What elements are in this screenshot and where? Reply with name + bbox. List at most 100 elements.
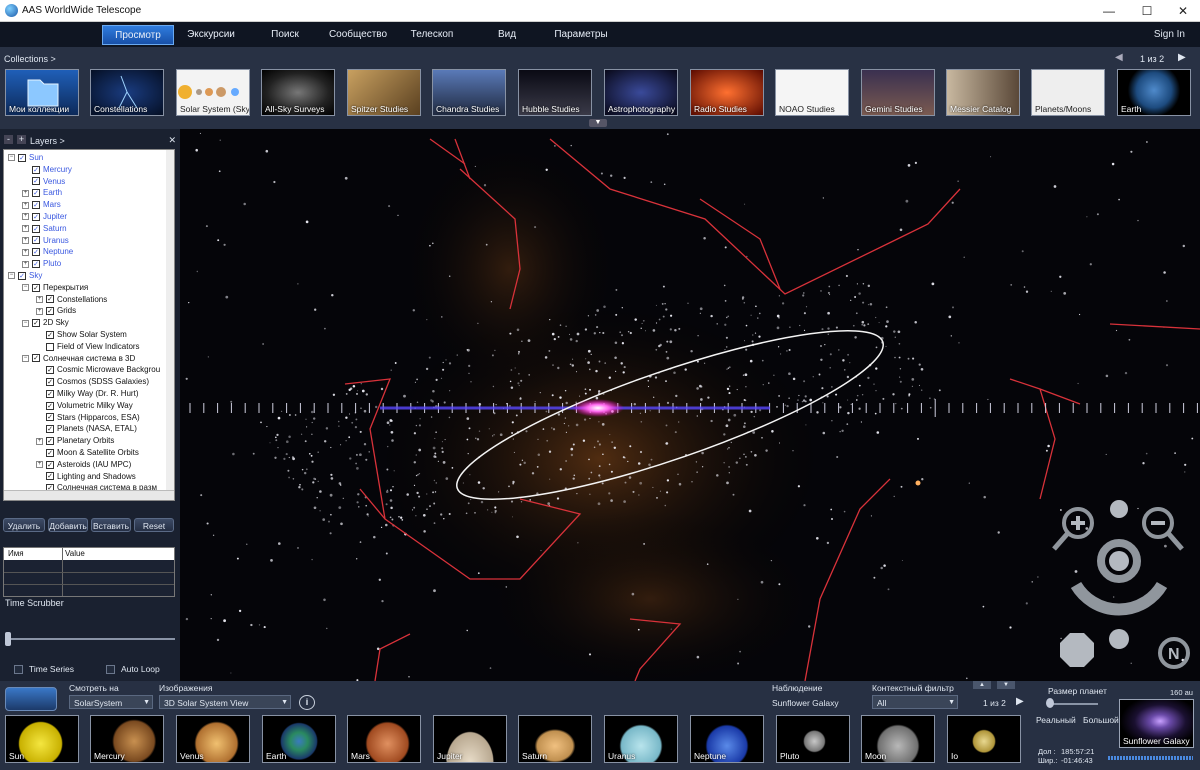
layer-checkbox[interactable] [46, 342, 54, 351]
planet-thumb-mercury[interactable]: Mercury [90, 715, 164, 763]
expand-icon[interactable]: + [36, 307, 43, 315]
expand-icon[interactable]: + [22, 189, 29, 197]
scroll-up-button[interactable]: ▲ [973, 681, 991, 689]
imagery-dropdown[interactable]: 3D Solar System View ▼ [159, 695, 291, 709]
menu-search[interactable]: Поиск [255, 25, 315, 45]
layer-checkbox[interactable]: ✓ [46, 448, 54, 457]
tree-vertical-scrollbar[interactable] [166, 150, 174, 490]
expand-icon[interactable]: + [22, 260, 29, 268]
auto-loop-checkbox[interactable]: Auto Loop [106, 664, 160, 675]
planet-thumb-saturn[interactable]: Saturn [518, 715, 592, 763]
layer-node[interactable]: + ✓ Asteroids (IAU MPC) [36, 459, 131, 470]
layer-checkbox[interactable]: ✓ [32, 165, 40, 174]
collapse-icon[interactable]: − [8, 272, 15, 280]
layer-node[interactable]: + ✓ Earth [22, 187, 62, 198]
collapse-icon[interactable]: − [22, 354, 29, 362]
layer-node[interactable]: + ✓ Grids [36, 305, 76, 316]
rotate-ring[interactable] [1070, 581, 1168, 616]
collection-hubble[interactable]: Hubble Studies [518, 69, 592, 116]
layers-title[interactable]: Layers > [30, 136, 65, 146]
layer-node[interactable]: ✓ Stars (Hipparcos, ESA) [36, 412, 140, 423]
layer-checkbox[interactable]: ✓ [32, 224, 40, 233]
layer-node[interactable]: ✓ Planets (NASA, ETAL) [36, 423, 137, 434]
collection-noao[interactable]: NOAO Studies [775, 69, 849, 116]
time-series-checkbox[interactable]: Time Series [14, 664, 74, 675]
layer-node[interactable]: ✓ Cosmos (SDSS Galaxies) [36, 376, 149, 387]
layer-checkbox[interactable]: ✓ [18, 153, 26, 162]
layer-checkbox[interactable]: ✓ [32, 283, 40, 292]
layer-checkbox[interactable]: ✓ [32, 236, 40, 245]
collapse-icon[interactable]: − [22, 319, 29, 327]
collections-label[interactable]: Collections > [4, 54, 56, 64]
menu-telescope[interactable]: Телескоп [401, 25, 463, 45]
layer-node[interactable]: + ✓ Neptune [22, 246, 73, 257]
expand-icon[interactable]: + [36, 437, 43, 445]
layer-checkbox[interactable]: ✓ [46, 389, 54, 398]
collection-earth[interactable]: Earth [1117, 69, 1191, 116]
expand-icon[interactable]: + [22, 236, 29, 244]
minimize-button[interactable]: — [1094, 3, 1124, 19]
paste-layer-button[interactable]: Вставить [91, 518, 131, 532]
layer-node[interactable]: − ✓ Sun [8, 152, 43, 163]
time-scrubber-track[interactable] [5, 638, 175, 640]
collection-solar-system[interactable]: Solar System (Sky) [176, 69, 250, 116]
sign-in-link[interactable]: Sign In [1154, 25, 1185, 45]
layer-checkbox[interactable]: ✓ [18, 271, 26, 280]
context-preview-thumbnail[interactable]: Sunflower Galaxy [1119, 699, 1194, 748]
expand-icon[interactable]: + [22, 225, 29, 233]
collapse-icon[interactable]: − [22, 284, 29, 292]
layer-checkbox[interactable]: ✓ [46, 413, 54, 422]
collection-chandra[interactable]: Chandra Studies [432, 69, 506, 116]
close-window-button[interactable]: ✕ [1168, 3, 1198, 19]
scroll-down-button[interactable]: ▼ [997, 681, 1015, 689]
layer-checkbox[interactable]: ✓ [46, 460, 54, 469]
layer-node[interactable]: ✓ Lighting and Shadows [36, 471, 136, 482]
planet-thumb-pluto[interactable]: Pluto [776, 715, 850, 763]
planet-thumb-sun[interactable]: Sun [5, 715, 79, 763]
layer-node[interactable]: + ✓ Pluto [22, 258, 61, 269]
layer-node[interactable]: ✓ Mercury [22, 164, 72, 175]
planet-thumb-venus[interactable]: Venus [176, 715, 250, 763]
collapse-toggle[interactable]: ▼ [589, 119, 607, 127]
expand-icon[interactable]: + [36, 461, 43, 469]
layer-checkbox[interactable]: ✓ [32, 201, 40, 210]
planet-thumb-earth[interactable]: Earth [262, 715, 336, 763]
layer-node[interactable]: + ✓ Mars [22, 199, 61, 210]
layer-checkbox[interactable]: ✓ [32, 319, 40, 328]
look-at-dropdown[interactable]: SolarSystem ▼ [69, 695, 153, 709]
layer-node[interactable]: − ✓ Солнечная система в 3D [22, 353, 135, 364]
layer-checkbox[interactable]: ✓ [46, 401, 54, 410]
layer-node[interactable]: Field of View Indicators [36, 341, 140, 352]
planet-thumb-mars[interactable]: Mars [347, 715, 421, 763]
layer-checkbox[interactable]: ✓ [32, 248, 40, 257]
layer-checkbox[interactable]: ✓ [46, 437, 54, 446]
layer-checkbox[interactable]: ✓ [46, 472, 54, 481]
planet-thumb-io[interactable]: Io [947, 715, 1021, 763]
collapse-all-button[interactable]: - [4, 135, 13, 144]
collection-astrophotography[interactable]: Astrophotography [604, 69, 678, 116]
layer-node[interactable]: ✓ Moon & Satellite Orbits [36, 447, 139, 458]
layer-node[interactable]: − ✓ Sky [8, 270, 42, 281]
close-panel-icon[interactable]: ✕ [168, 135, 176, 146]
expand-icon[interactable]: + [22, 213, 29, 221]
layer-checkbox[interactable]: ✓ [32, 177, 40, 186]
layer-node[interactable]: ✓ Cosmic Microwave Backgrou [36, 364, 160, 375]
stop-button[interactable] [1060, 633, 1094, 667]
expand-icon[interactable]: + [22, 201, 29, 209]
context-filter-dropdown[interactable]: All ▼ [872, 695, 958, 709]
planet-size-slider-handle[interactable] [1046, 698, 1054, 708]
expand-icon[interactable]: + [22, 248, 29, 256]
prev-page-icon[interactable]: ◀ [1115, 52, 1123, 63]
layer-checkbox[interactable]: ✓ [46, 295, 54, 304]
planet-size-slider-track[interactable] [1048, 703, 1098, 705]
layer-checkbox[interactable]: ✓ [32, 260, 40, 269]
time-scrubber-handle[interactable] [5, 632, 11, 646]
layer-checkbox[interactable]: ✓ [46, 366, 54, 375]
menu-view[interactable]: Просмотр [102, 25, 174, 45]
collection-gemini[interactable]: Gemini Studies [861, 69, 935, 116]
menu-settings[interactable]: Параметры [545, 25, 617, 45]
reset-button[interactable]: Reset [134, 518, 174, 532]
delete-layer-button[interactable]: Удалить [3, 518, 45, 532]
explore-pane-icon[interactable] [5, 687, 57, 711]
expand-icon[interactable]: + [36, 295, 43, 303]
